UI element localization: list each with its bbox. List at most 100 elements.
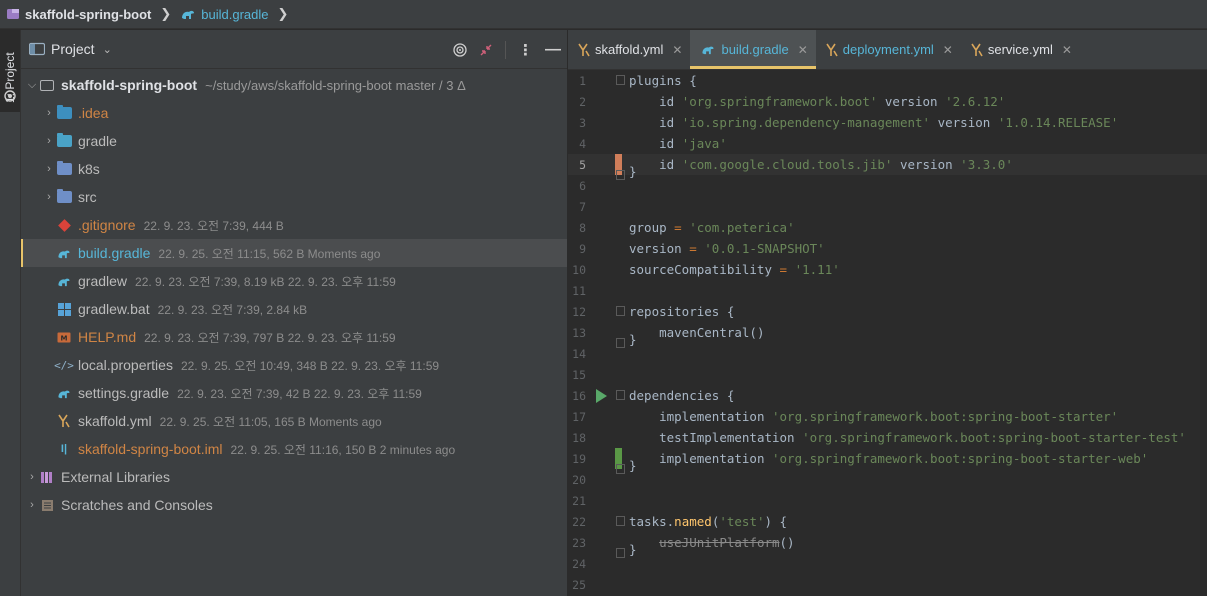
markdown-icon: M bbox=[56, 330, 72, 344]
windows-icon bbox=[56, 302, 72, 316]
tree-item-idea[interactable]: › .idea bbox=[21, 99, 567, 127]
breadcrumb-project[interactable]: skaffold-spring-boot bbox=[6, 7, 151, 22]
tree-item-scratches[interactable]: › Scratches and Consoles bbox=[21, 491, 567, 519]
line-number: 11 bbox=[572, 283, 586, 298]
line-number: 20 bbox=[572, 472, 586, 487]
tree-item-k8s[interactable]: › k8s bbox=[21, 155, 567, 183]
line-number: 25 bbox=[572, 577, 586, 592]
panel-title[interactable]: Project bbox=[51, 41, 95, 57]
locate-icon[interactable] bbox=[453, 42, 467, 57]
options-menu-icon[interactable]: ⋮ bbox=[518, 41, 533, 59]
tree-item-skaffold-yml[interactable]: skaffold.yml 22. 9. 25. 오전 11:05, 165 B … bbox=[21, 407, 567, 435]
code-token: dependencies bbox=[629, 388, 720, 403]
chevron-right-icon[interactable]: › bbox=[25, 499, 39, 511]
code-token: implementation bbox=[659, 409, 765, 424]
tree-item-gradlew[interactable]: gradlew 22. 9. 23. 오전 7:39, 8.19 kB 22. … bbox=[21, 267, 567, 295]
hide-panel-icon[interactable]: — bbox=[545, 41, 561, 59]
code-method: named bbox=[674, 514, 712, 529]
tab-build-gradle[interactable]: build.gradle ✕ bbox=[690, 30, 817, 69]
tree-item-name: settings.gradle bbox=[78, 385, 170, 401]
tree-item-meta: 22. 9. 23. 오전 7:39, 42 B 22. 9. 23. 오후 1… bbox=[177, 386, 422, 401]
tree-item-name: gradle bbox=[78, 133, 117, 149]
project-tool-window-button[interactable]: 1: Project bbox=[0, 30, 20, 112]
code-token: version bbox=[937, 115, 991, 130]
code-line: 4 id 'java' bbox=[568, 133, 1207, 154]
tree-item-external-libraries[interactable]: › External Libraries bbox=[21, 463, 567, 491]
fold-marker-icon[interactable] bbox=[616, 170, 625, 180]
tree-item-help-md[interactable]: M HELP.md 22. 9. 23. 오전 7:39, 797 B 22. … bbox=[21, 323, 567, 351]
editor-area: skaffold.yml ✕ build.gradle ✕ deployment… bbox=[568, 30, 1207, 596]
tree-item-src[interactable]: › src bbox=[21, 183, 567, 211]
toolbar-separator bbox=[505, 40, 506, 59]
panel-toolbar: ⋮ — bbox=[453, 30, 561, 69]
folder-icon bbox=[56, 161, 72, 176]
tree-item-gradle[interactable]: › gradle bbox=[21, 127, 567, 155]
git-icon bbox=[56, 218, 72, 232]
code-token: id bbox=[659, 115, 675, 130]
code-line: 12 repositories { bbox=[568, 301, 1207, 322]
tree-item-iml[interactable]: I| skaffold-spring-boot.iml 22. 9. 25. 오… bbox=[21, 435, 567, 463]
fold-marker-icon[interactable] bbox=[616, 75, 625, 85]
tab-skaffold-yml[interactable]: skaffold.yml ✕ bbox=[568, 30, 690, 69]
breadcrumb-file-label: build.gradle bbox=[201, 6, 269, 22]
iml-icon: I| bbox=[60, 443, 68, 455]
code-token: plugins bbox=[629, 73, 682, 88]
tree-item-settings-gradle[interactable]: settings.gradle 22. 9. 23. 오전 7:39, 42 B… bbox=[21, 379, 567, 407]
chevron-down-icon[interactable]: ⌵ bbox=[25, 79, 39, 92]
tree-item-gitignore[interactable]: .gitignore 22. 9. 23. 오전 7:39, 444 B bbox=[21, 211, 567, 239]
chevron-right-icon[interactable]: › bbox=[42, 163, 56, 175]
close-icon[interactable]: ✕ bbox=[672, 43, 682, 57]
tree-item-meta: 22. 9. 23. 오전 7:39, 797 B 22. 9. 23. 오후 … bbox=[144, 330, 396, 345]
code-line: 16 dependencies { bbox=[568, 385, 1207, 406]
tree-item-local-properties[interactable]: </> local.properties 22. 9. 25. 오전 10:49… bbox=[21, 351, 567, 379]
chevron-right-icon[interactable]: › bbox=[42, 107, 56, 119]
tree-item-name: skaffold.yml bbox=[78, 413, 152, 429]
code-string: 'java' bbox=[681, 136, 727, 151]
fold-marker-icon[interactable] bbox=[616, 548, 625, 558]
code-token: mavenCentral bbox=[659, 325, 750, 340]
project-tree: ⌵ skaffold-spring-boot ~/study/aws/skaff… bbox=[21, 69, 567, 519]
code-line: 18 testImplementation 'org.springframewo… bbox=[568, 427, 1207, 448]
tab-service-yml[interactable]: service.yml ✕ bbox=[961, 30, 1080, 69]
tree-item-name: HELP.md bbox=[78, 329, 137, 345]
chevron-right-icon: ❯ bbox=[277, 6, 289, 21]
close-icon[interactable]: ✕ bbox=[943, 43, 953, 57]
line-number: 23 bbox=[572, 535, 586, 550]
chevron-right-icon[interactable]: › bbox=[42, 135, 56, 147]
code-string: 'com.peterica' bbox=[689, 220, 795, 235]
code-line: 24 } bbox=[568, 542, 1207, 574]
line-number: 5 bbox=[579, 157, 586, 172]
breadcrumb-project-label: skaffold-spring-boot bbox=[25, 6, 152, 22]
line-number: 3 bbox=[579, 115, 586, 130]
code-line: 22 tasks.named('test') { bbox=[568, 511, 1207, 532]
collapse-all-icon[interactable] bbox=[479, 43, 493, 57]
tree-item-gradlew-bat[interactable]: gradlew.bat 22. 9. 23. 오전 7:39, 2.84 kB bbox=[21, 295, 567, 323]
fold-marker-icon[interactable] bbox=[616, 306, 625, 316]
code-line: 21 bbox=[568, 490, 1207, 511]
tree-root[interactable]: ⌵ skaffold-spring-boot ~/study/aws/skaff… bbox=[21, 71, 567, 99]
chevron-right-icon[interactable]: › bbox=[25, 471, 39, 483]
line-number: 22 bbox=[572, 514, 586, 529]
code-line: 19 implementation 'org.springframework.b… bbox=[568, 448, 1207, 469]
tab-deployment-yml[interactable]: deployment.yml ✕ bbox=[816, 30, 961, 69]
tree-item-meta: 22. 9. 23. 오전 7:39, 444 B bbox=[143, 218, 284, 233]
chevron-right-icon[interactable]: › bbox=[42, 191, 56, 203]
gradle-icon bbox=[56, 274, 72, 288]
code-token: implementation bbox=[659, 451, 765, 466]
breadcrumb-file[interactable]: build.gradle bbox=[180, 6, 269, 22]
code-editor[interactable]: 1 plugins { 2 id 'org.springframework.bo… bbox=[568, 70, 1207, 595]
chevron-down-icon[interactable]: ⌄ bbox=[103, 43, 112, 56]
close-icon[interactable]: ✕ bbox=[1062, 43, 1072, 57]
close-icon[interactable]: ✕ bbox=[798, 43, 808, 57]
fold-marker-icon[interactable] bbox=[616, 464, 625, 474]
fold-marker-icon[interactable] bbox=[616, 516, 625, 526]
code-token: repositories bbox=[629, 304, 720, 319]
tree-root-branch: master / 3 Δ bbox=[395, 77, 466, 93]
tree-item-build-gradle[interactable]: build.gradle 22. 9. 25. 오전 11:15, 562 B … bbox=[21, 239, 567, 267]
code-token: sourceCompatibility bbox=[629, 262, 772, 277]
fold-marker-icon[interactable] bbox=[616, 338, 625, 348]
fold-marker-icon[interactable] bbox=[616, 390, 625, 400]
code-line: 2 id 'org.springframework.boot' version … bbox=[568, 91, 1207, 112]
line-number: 14 bbox=[572, 346, 586, 361]
run-gutter-icon[interactable] bbox=[596, 389, 607, 403]
